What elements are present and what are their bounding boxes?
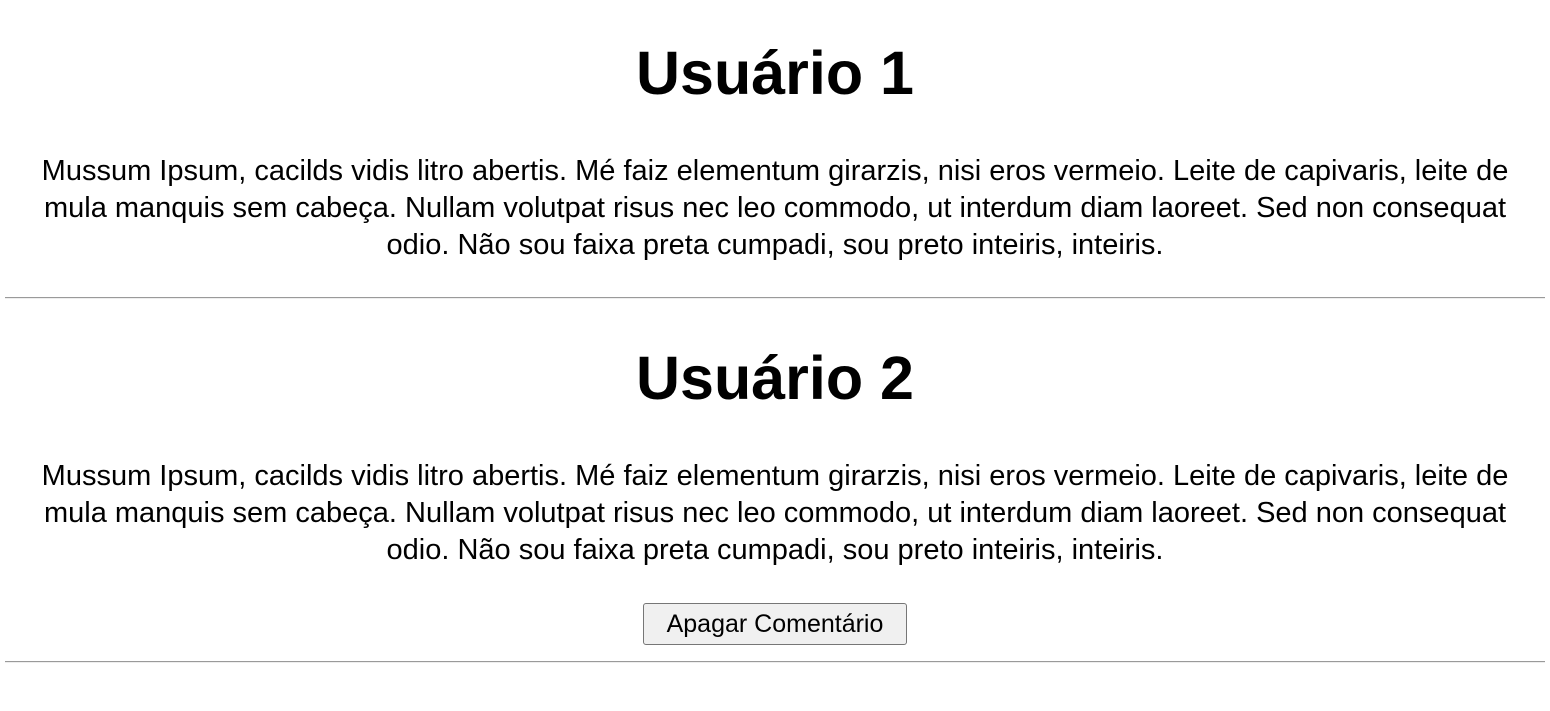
comment-2-actions: Apagar Comentário (0, 603, 1550, 645)
delete-comment-button[interactable]: Apagar Comentário (643, 603, 907, 645)
divider-2 (5, 661, 1545, 663)
comment-1-body: Mussum Ipsum, cacilds vidis litro aberti… (41, 155, 1509, 261)
comment-list: Usuário 1 Mussum Ipsum, cacilds vidis li… (0, 0, 1550, 663)
comment-2-body: Mussum Ipsum, cacilds vidis litro aberti… (41, 460, 1509, 566)
comment-1-title: Usuário 1 (636, 39, 914, 107)
comment-1: Usuário 1 Mussum Ipsum, cacilds vidis li… (0, 0, 1550, 264)
comment-2-title: Usuário 2 (636, 344, 914, 412)
comment-2: Usuário 2 Mussum Ipsum, cacilds vidis li… (0, 299, 1550, 645)
